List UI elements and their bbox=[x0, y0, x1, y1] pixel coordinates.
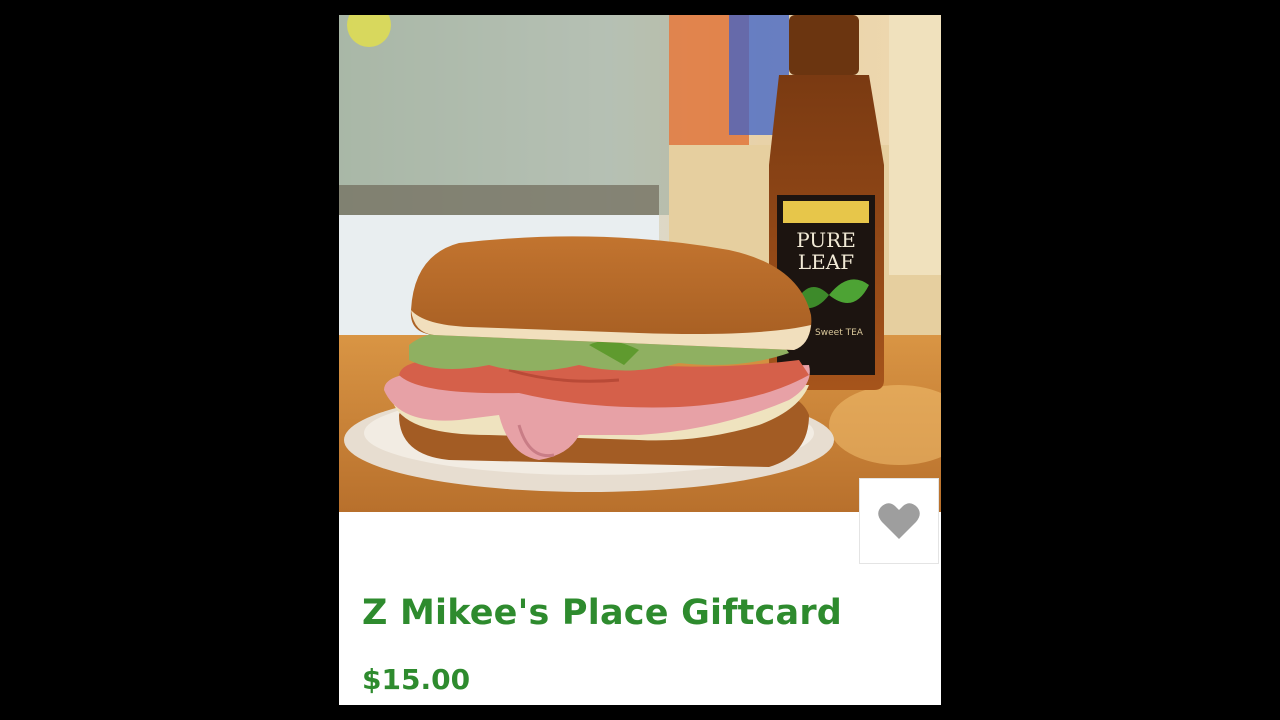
product-price: $15.00 bbox=[362, 663, 471, 696]
product-image[interactable]: PURE LEAF Sweet TEA bbox=[339, 15, 941, 512]
product-card[interactable]: PURE LEAF Sweet TEA Z Mikee's Place Gift… bbox=[339, 15, 941, 705]
svg-text:PURE: PURE bbox=[796, 228, 856, 252]
svg-text:Sweet TEA: Sweet TEA bbox=[815, 328, 864, 338]
favorite-button[interactable] bbox=[859, 478, 939, 564]
heart-icon bbox=[878, 503, 920, 539]
sandwich-photo: PURE LEAF Sweet TEA bbox=[339, 15, 941, 512]
product-title[interactable]: Z Mikee's Place Giftcard bbox=[362, 593, 842, 633]
svg-text:LEAF: LEAF bbox=[798, 250, 854, 274]
